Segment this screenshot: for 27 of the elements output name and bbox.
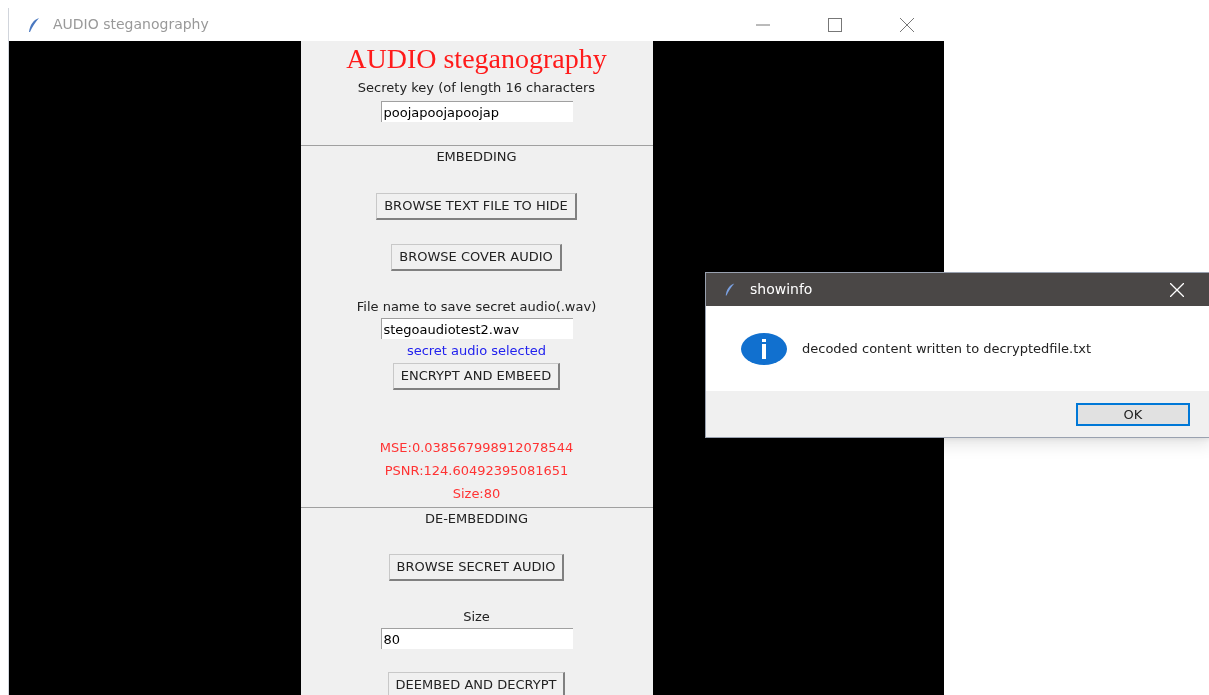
feather-icon — [724, 282, 736, 297]
info-icon — [740, 331, 788, 366]
action-button[interactable]: BROWSE TEXT FILE TO HIDE — [376, 193, 577, 220]
status-text: secret audio selected — [406, 343, 547, 359]
ok-button[interactable]: OK — [1076, 402, 1190, 426]
field-label: Secrety key (of length 16 characters — [357, 80, 596, 96]
result-text: PSNR:124.60492395081651 — [384, 463, 569, 479]
dialog-title: showinfo — [750, 280, 813, 299]
input-field[interactable]: 80 — [380, 628, 573, 649]
action-button[interactable]: BROWSE SECRET AUDIO — [388, 554, 565, 581]
action-button[interactable]: BROWSE COVER AUDIO — [391, 244, 562, 271]
window-title: AUDIO steganography — [53, 15, 209, 34]
action-button[interactable]: DEEMBED AND DECRYPT — [387, 672, 566, 695]
result-text: Size:80 — [452, 486, 501, 502]
app-title: AUDIO steganography — [346, 42, 607, 76]
result-text: MSE:0.038567998912078544 — [379, 440, 574, 456]
input-field[interactable]: poojapoojapoojap — [380, 101, 573, 122]
dialog-message: decoded content written to decryptedfile.txt — [802, 339, 1092, 358]
maximize-icon[interactable] — [828, 17, 842, 32]
field-label: Size — [463, 609, 490, 625]
feather-icon — [27, 16, 41, 33]
field-label: File name to save secret audio(.wav) — [356, 299, 597, 315]
input-field[interactable]: stegoaudiotest2.wav — [380, 318, 573, 339]
close-icon[interactable] — [900, 17, 914, 32]
field-label: DE-EMBEDDING — [424, 511, 529, 527]
action-button[interactable]: ENCRYPT AND EMBEED — [392, 363, 561, 390]
field-label: EMBEDDING — [436, 149, 517, 165]
